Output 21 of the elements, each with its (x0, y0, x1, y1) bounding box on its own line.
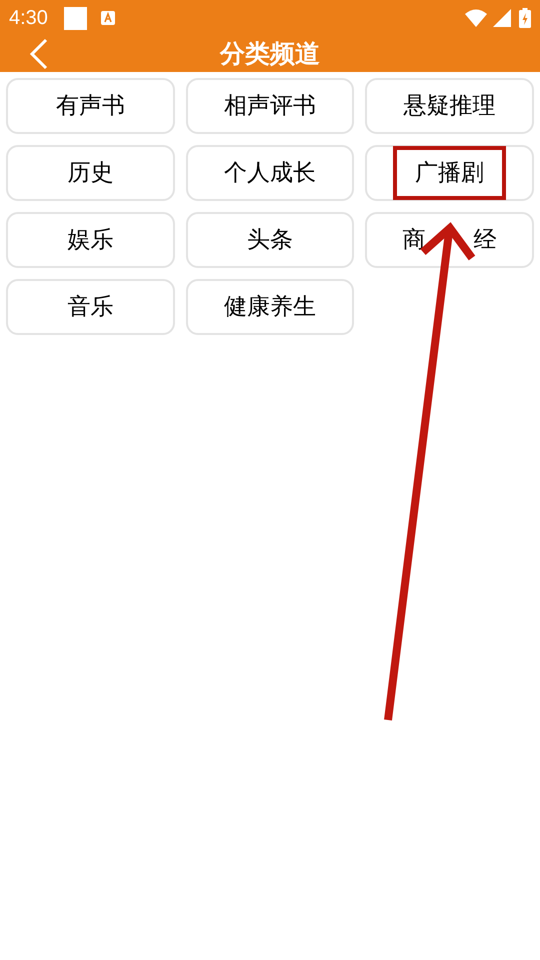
page-title: 分类频道 (220, 38, 320, 70)
back-icon[interactable] (28, 38, 50, 70)
category-button[interactable]: 商 经 (365, 212, 534, 268)
category-button[interactable]: 悬疑推理 (365, 78, 534, 134)
category-button[interactable]: 有声书 (6, 78, 175, 134)
notification-icon (64, 6, 87, 30)
category-button[interactable]: 音乐 (6, 279, 175, 335)
app-notification-icon (100, 10, 116, 26)
button-text: 商 (402, 226, 426, 255)
battery-icon (519, 8, 531, 28)
signal-icon (493, 9, 511, 27)
category-button[interactable]: 广播剧 (365, 145, 534, 201)
category-button[interactable]: 健康养生 (186, 279, 354, 335)
status-time: 4:30 (9, 6, 48, 31)
button-text: 经 (474, 226, 497, 255)
category-button[interactable]: 相声评书 (186, 78, 354, 134)
wifi-icon (465, 9, 487, 27)
category-button[interactable]: 娱乐 (6, 212, 175, 268)
category-button[interactable]: 头条 (186, 212, 354, 268)
category-button[interactable]: 个人成长 (186, 145, 354, 201)
category-button[interactable]: 历史 (6, 145, 175, 201)
